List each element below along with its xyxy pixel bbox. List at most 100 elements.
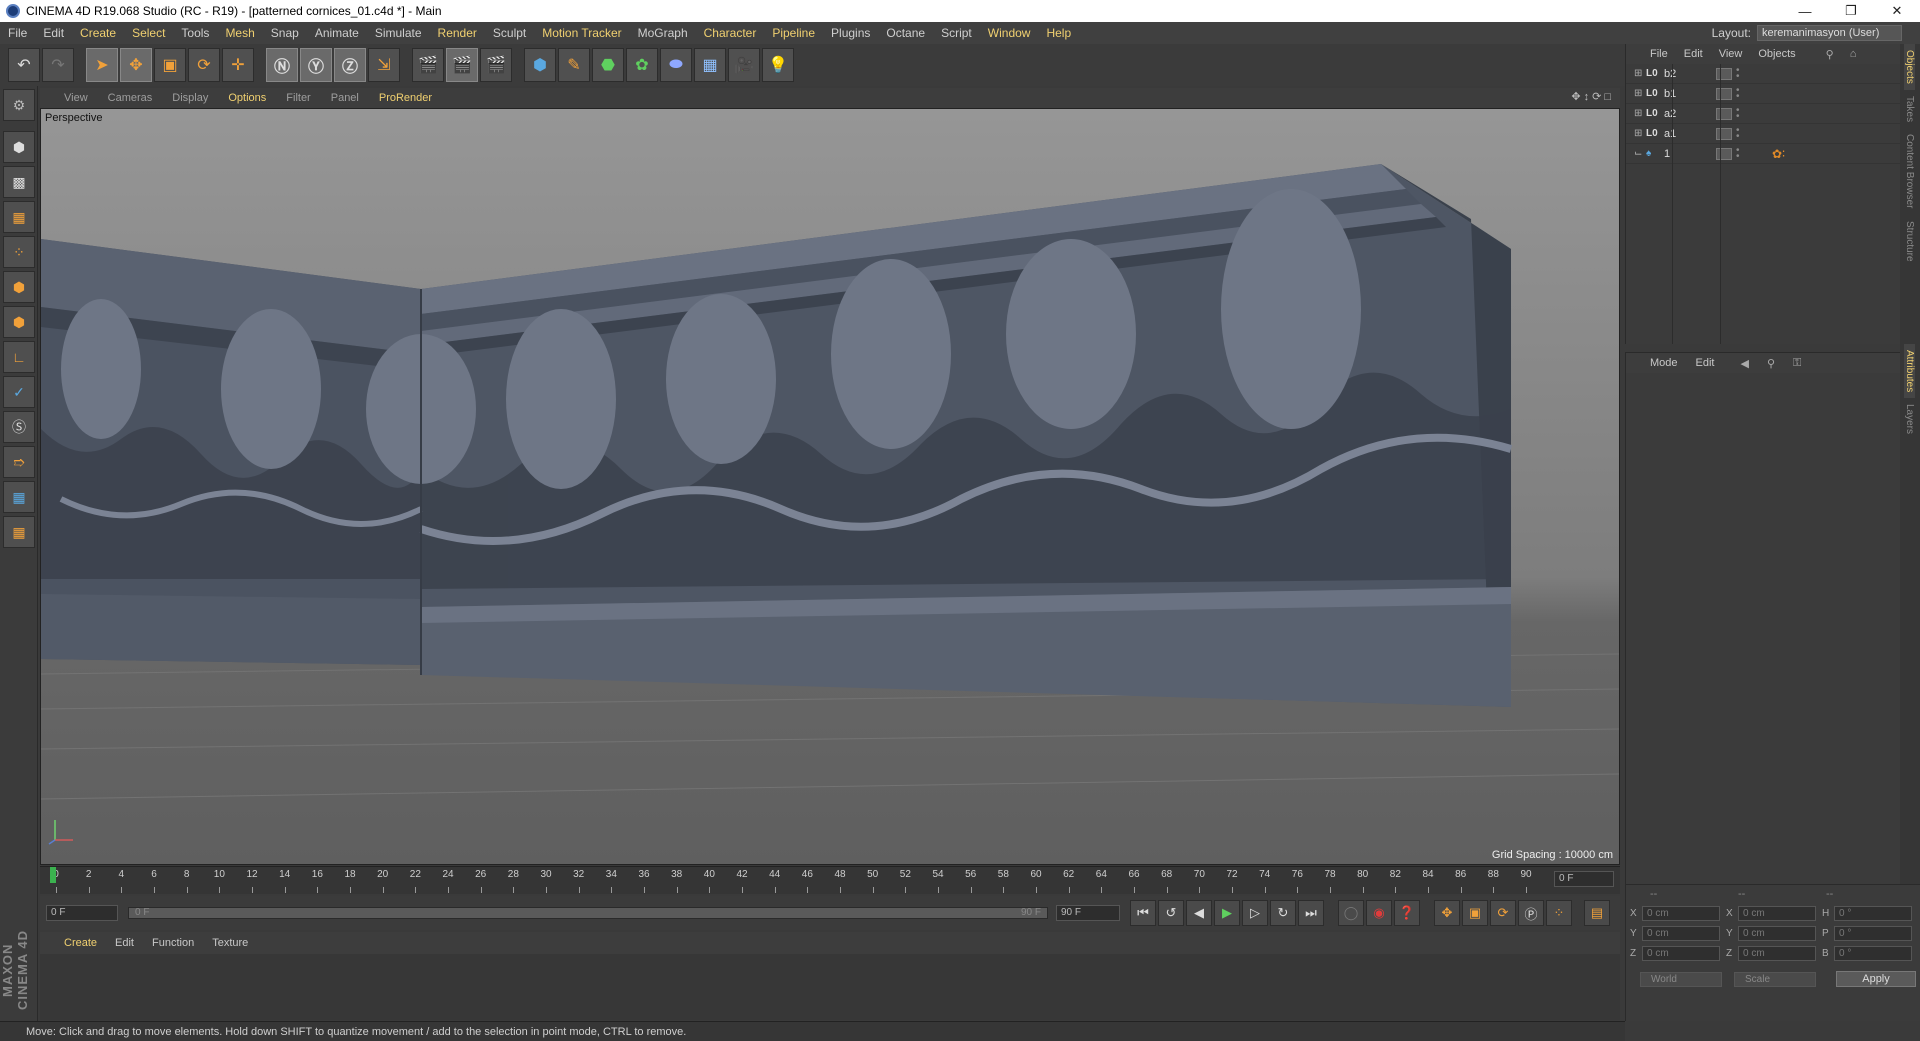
search-icon[interactable]: ⚲ xyxy=(1767,357,1775,370)
menu-file[interactable]: File xyxy=(0,26,35,40)
menu-script[interactable]: Script xyxy=(933,26,980,40)
redo-icon[interactable]: ↷ xyxy=(42,48,74,82)
previous-key-icon[interactable]: ↺ xyxy=(1158,900,1184,926)
render-dots-icon[interactable]: • • xyxy=(1736,105,1746,121)
visibility-icon[interactable] xyxy=(1716,127,1732,140)
coordinate-mode-dropdown[interactable]: Scale xyxy=(1734,971,1816,987)
minimize-icon[interactable]: — xyxy=(1782,0,1828,22)
y-axis-lock-icon[interactable]: Ⓨ xyxy=(300,48,332,82)
render-dots-icon[interactable]: • • xyxy=(1736,145,1746,161)
render-dots-icon[interactable]: • • xyxy=(1736,65,1746,81)
expand-icon[interactable]: ⊞ xyxy=(1634,68,1646,79)
render-dots-icon[interactable]: • • xyxy=(1736,125,1746,141)
deformer-icon[interactable]: ⬬ xyxy=(660,48,692,82)
close-icon[interactable]: ✕ xyxy=(1874,0,1920,22)
viewport-menu-cameras[interactable]: Cameras xyxy=(108,92,153,104)
cube-object-icon[interactable]: ⬢ xyxy=(524,48,556,82)
go-to-start-icon[interactable]: ⏮ xyxy=(1130,900,1156,926)
texture-mode-icon[interactable]: ▩ xyxy=(3,166,35,198)
tab-layers[interactable]: Layers xyxy=(1904,398,1915,440)
viewport-menu-view[interactable]: View xyxy=(64,92,88,104)
autokeying-icon[interactable]: ❓ xyxy=(1394,900,1420,926)
visibility-icon[interactable] xyxy=(1716,147,1732,160)
floor-icon[interactable]: ▦ xyxy=(694,48,726,82)
edges-mode-icon[interactable]: ⬢ xyxy=(3,271,35,303)
menu-mograph[interactable]: MoGraph xyxy=(630,26,696,40)
menu-simulate[interactable]: Simulate xyxy=(367,26,430,40)
preview-range-slider[interactable]: 0 F 90 F xyxy=(128,907,1048,919)
object-row-a2[interactable]: ⊞ L0 a2 • • xyxy=(1626,104,1900,124)
make-editable-icon[interactable]: ⚙ xyxy=(3,89,35,121)
material-menu-texture[interactable]: Texture xyxy=(212,937,248,949)
visibility-icon[interactable] xyxy=(1716,67,1732,80)
move-tool-icon[interactable]: ✥ xyxy=(120,48,152,82)
axis-mode-icon[interactable]: ∟ xyxy=(3,341,35,373)
render-dots-icon[interactable]: • • xyxy=(1736,85,1746,101)
scale-tool-icon[interactable]: ▣ xyxy=(154,48,186,82)
size-y-field[interactable]: 0 cm xyxy=(1738,925,1816,941)
menu-mesh[interactable]: Mesh xyxy=(217,26,262,40)
object-name[interactable]: a1 xyxy=(1664,128,1694,140)
object-row-1[interactable]: ⌙ ♠ 1 • • ✿∶ xyxy=(1626,144,1900,164)
snapping-icon[interactable]: ➱ xyxy=(3,446,35,478)
menu-window[interactable]: Window xyxy=(980,26,1039,40)
z-axis-lock-icon[interactable]: Ⓩ xyxy=(334,48,366,82)
material-menu-function[interactable]: Function xyxy=(152,937,194,949)
expand-icon[interactable]: ⊞ xyxy=(1634,88,1646,99)
workplane-lock-icon[interactable]: ▦ xyxy=(3,481,35,513)
tweak-mode-icon[interactable]: ✓ xyxy=(3,376,35,408)
next-key-icon[interactable]: ↻ xyxy=(1270,900,1296,926)
camera-icon[interactable]: 🎥 xyxy=(728,48,760,82)
timeline-playhead[interactable] xyxy=(50,867,56,883)
menu-select[interactable]: Select xyxy=(124,26,173,40)
object-name[interactable]: 1 xyxy=(1664,148,1694,160)
tab-structure[interactable]: Structure xyxy=(1904,215,1915,268)
material-manager-area[interactable] xyxy=(40,954,1620,1020)
viewport-menu-panel[interactable]: Panel xyxy=(331,92,359,104)
key-pla-icon[interactable]: ⁘ xyxy=(1546,900,1572,926)
rotate-tool-icon[interactable]: ⟳ xyxy=(188,48,220,82)
viewport-navigation-icons[interactable]: ✥↕⟳□ xyxy=(1571,90,1614,103)
menu-character[interactable]: Character xyxy=(696,26,765,40)
undo-icon[interactable]: ↶ xyxy=(8,48,40,82)
lock-icon[interactable]: ⚿ xyxy=(1793,357,1801,370)
subdivision-surface-icon[interactable]: ⬣ xyxy=(592,48,624,82)
menu-create[interactable]: Create xyxy=(72,26,124,40)
previous-frame-icon[interactable]: ◀ xyxy=(1186,900,1212,926)
next-frame-icon[interactable]: ▷ xyxy=(1242,900,1268,926)
end-frame-field[interactable]: 90 F xyxy=(1056,905,1120,921)
size-z-field[interactable]: 0 cm xyxy=(1738,945,1816,961)
current-frame-field[interactable]: 0 F xyxy=(1554,871,1614,887)
render-settings-icon[interactable]: 🎬 xyxy=(480,48,512,82)
menu-motion-tracker[interactable]: Motion Tracker xyxy=(534,26,629,40)
position-z-field[interactable]: 0 cm xyxy=(1642,945,1720,961)
menu-octane[interactable]: Octane xyxy=(878,26,933,40)
material-menu-edit[interactable]: Edit xyxy=(115,937,134,949)
model-mode-icon[interactable]: ⬢ xyxy=(3,131,35,163)
menu-render[interactable]: Render xyxy=(430,26,485,40)
render-picture-viewer-icon[interactable]: 🎬 xyxy=(446,48,478,82)
menu-help[interactable]: Help xyxy=(1038,26,1079,40)
tab-content-browser[interactable]: Content Browser xyxy=(1904,128,1915,214)
key-position-icon[interactable]: ✥ xyxy=(1434,900,1460,926)
x-axis-lock-icon[interactable]: Ⓝ xyxy=(266,48,298,82)
position-y-field[interactable]: 0 cm xyxy=(1642,925,1720,941)
menu-edit[interactable]: Edit xyxy=(35,26,72,40)
coordinate-space-dropdown[interactable]: World xyxy=(1640,971,1722,987)
timeline-window-icon[interactable]: ▤ xyxy=(1584,900,1610,926)
light-icon[interactable]: 💡 xyxy=(762,48,794,82)
viewport-menu-filter[interactable]: Filter xyxy=(286,92,310,104)
workplane-mode-icon[interactable]: ▦ xyxy=(3,201,35,233)
start-frame-field[interactable]: 0 F xyxy=(46,905,118,921)
expand-icon[interactable]: ⊞ xyxy=(1634,108,1646,119)
menu-pipeline[interactable]: Pipeline xyxy=(764,26,823,40)
visibility-icon[interactable] xyxy=(1716,87,1732,100)
timeline-ruler[interactable]: 0 2 4 6 8 10 12 14 16 18 20 22 24 26 28 30 32 34 36 38 40 42 4… xyxy=(40,866,1620,894)
pen-spline-icon[interactable]: ✎ xyxy=(558,48,590,82)
render-view-icon[interactable]: 🎬 xyxy=(412,48,444,82)
menu-sculpt[interactable]: Sculpt xyxy=(485,26,534,40)
object-row-a1[interactable]: ⊞ L0 a1 • • xyxy=(1626,124,1900,144)
object-row-b1[interactable]: ⊞ L0 b1 • • xyxy=(1626,84,1900,104)
object-name[interactable]: a2 xyxy=(1664,108,1694,120)
tab-takes[interactable]: Takes xyxy=(1904,90,1915,128)
